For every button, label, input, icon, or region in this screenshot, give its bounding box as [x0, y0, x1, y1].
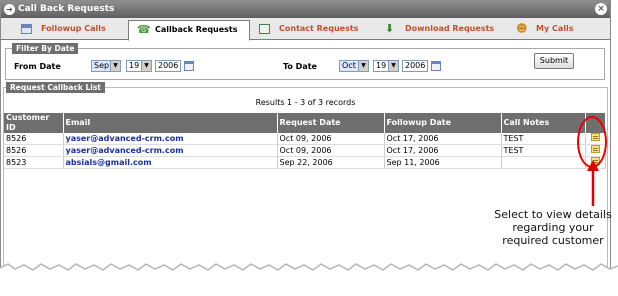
- tab-label: Followup Calls: [41, 24, 106, 33]
- call-notes-cell: [501, 156, 586, 169]
- customer-id-cell: 8523: [4, 156, 64, 169]
- user-icon: ☻: [516, 22, 528, 35]
- tab-followup-calls[interactable]: Followup Calls: [21, 20, 121, 40]
- tab-label: Contact Requests: [279, 24, 359, 33]
- column-header[interactable]: Request Date: [277, 113, 385, 133]
- to-day-value: 19: [376, 61, 387, 70]
- column-header[interactable]: Customer ID: [4, 113, 64, 133]
- tab-download-requests[interactable]: ⬇ Download Requests: [385, 20, 505, 40]
- table-row: 8526 yaser@advanced-crm.com Oct 09, 2006…: [4, 144, 606, 157]
- from-day-value: 19: [129, 61, 140, 70]
- tab-label: My Calls: [536, 24, 574, 33]
- email-link[interactable]: yaser@advanced-crm.com: [63, 133, 278, 145]
- to-year-value: 2006: [405, 61, 426, 70]
- followup-date-cell: Oct 17, 2006: [384, 133, 502, 145]
- tab-contact-requests[interactable]: Contact Requests: [259, 20, 374, 40]
- followup-date-cell: Oct 17, 2006: [384, 144, 502, 157]
- request-date-cell: Sep 22, 2006: [277, 156, 385, 169]
- annotation-arrow-icon: [587, 160, 599, 206]
- to-month-value: Oct: [342, 61, 356, 70]
- submit-button[interactable]: Submit: [534, 53, 574, 69]
- list-legend: Request Callback List: [6, 82, 105, 93]
- tab-bar: Followup Calls ☎ Callback Requests Conta…: [1, 18, 610, 41]
- chevron-down-icon: ▼: [388, 61, 398, 71]
- table-row: 8523 absials@gmail.com Sep 22, 2006 Sep …: [4, 156, 606, 169]
- to-day-select[interactable]: 19 ▼: [373, 60, 399, 72]
- request-date-cell: Oct 09, 2006: [277, 144, 385, 157]
- chevron-down-icon: ▼: [141, 61, 151, 71]
- annotation-text: Select to view details regarding your re…: [494, 208, 612, 247]
- call-notes-cell: TEST: [501, 133, 586, 145]
- title-bar: ➔ Call Back Requests ×: [1, 1, 610, 18]
- phone-icon: ☎: [137, 23, 151, 36]
- from-month-value: Sep: [94, 61, 110, 70]
- download-icon: ⬇: [385, 22, 395, 35]
- chevron-down-icon: ▼: [110, 61, 120, 71]
- request-date-cell: Oct 09, 2006: [277, 133, 385, 145]
- to-month-select[interactable]: Oct ▼: [339, 60, 369, 72]
- email-link[interactable]: absials@gmail.com: [63, 156, 278, 169]
- table-header-row: Customer ID Email Request Date Followup …: [4, 113, 606, 133]
- back-arrow-icon[interactable]: ➔: [4, 4, 15, 15]
- window-title: Call Back Requests: [18, 4, 115, 14]
- from-day-select[interactable]: 19 ▼: [126, 60, 152, 72]
- chevron-down-icon: ▼: [358, 61, 368, 71]
- customer-id-cell: 8526: [4, 133, 64, 145]
- table-row: 8526 yaser@advanced-crm.com Oct 09, 2006…: [4, 133, 606, 145]
- call-notes-cell: TEST: [501, 144, 586, 157]
- to-date-label: To Date: [283, 62, 317, 71]
- envelope-icon: [259, 24, 270, 34]
- close-icon[interactable]: ×: [595, 3, 607, 15]
- to-year-input[interactable]: 2006: [402, 60, 428, 72]
- from-year-input[interactable]: 2006: [155, 60, 181, 72]
- tab-my-calls[interactable]: ☻ My Calls: [516, 20, 586, 40]
- customer-id-cell: 8526: [4, 144, 64, 157]
- followup-date-cell: Sep 11, 2006: [384, 156, 502, 169]
- calendar-icon[interactable]: [184, 61, 194, 71]
- filter-legend: Filter By Date: [12, 43, 79, 54]
- tab-callback-requests[interactable]: ☎ Callback Requests: [128, 20, 250, 41]
- calendar-icon: [21, 24, 32, 34]
- filter-by-date-panel: Filter By Date From Date Sep ▼ 19 ▼ 2006…: [5, 43, 605, 80]
- column-header[interactable]: Email: [63, 113, 278, 133]
- from-year-value: 2006: [158, 61, 179, 70]
- callback-table: Customer ID Email Request Date Followup …: [4, 113, 606, 169]
- column-header[interactable]: Followup Date: [384, 113, 502, 133]
- calendar-icon[interactable]: [431, 61, 441, 71]
- from-month-select[interactable]: Sep ▼: [91, 60, 121, 72]
- column-header[interactable]: Call Notes: [501, 113, 586, 133]
- email-link[interactable]: yaser@advanced-crm.com: [63, 144, 278, 157]
- tab-label: Callback Requests: [155, 25, 238, 34]
- from-date-label: From Date: [14, 62, 61, 71]
- results-count: Results 1 - 3 of 3 records: [255, 98, 356, 107]
- tab-label: Download Requests: [405, 24, 495, 33]
